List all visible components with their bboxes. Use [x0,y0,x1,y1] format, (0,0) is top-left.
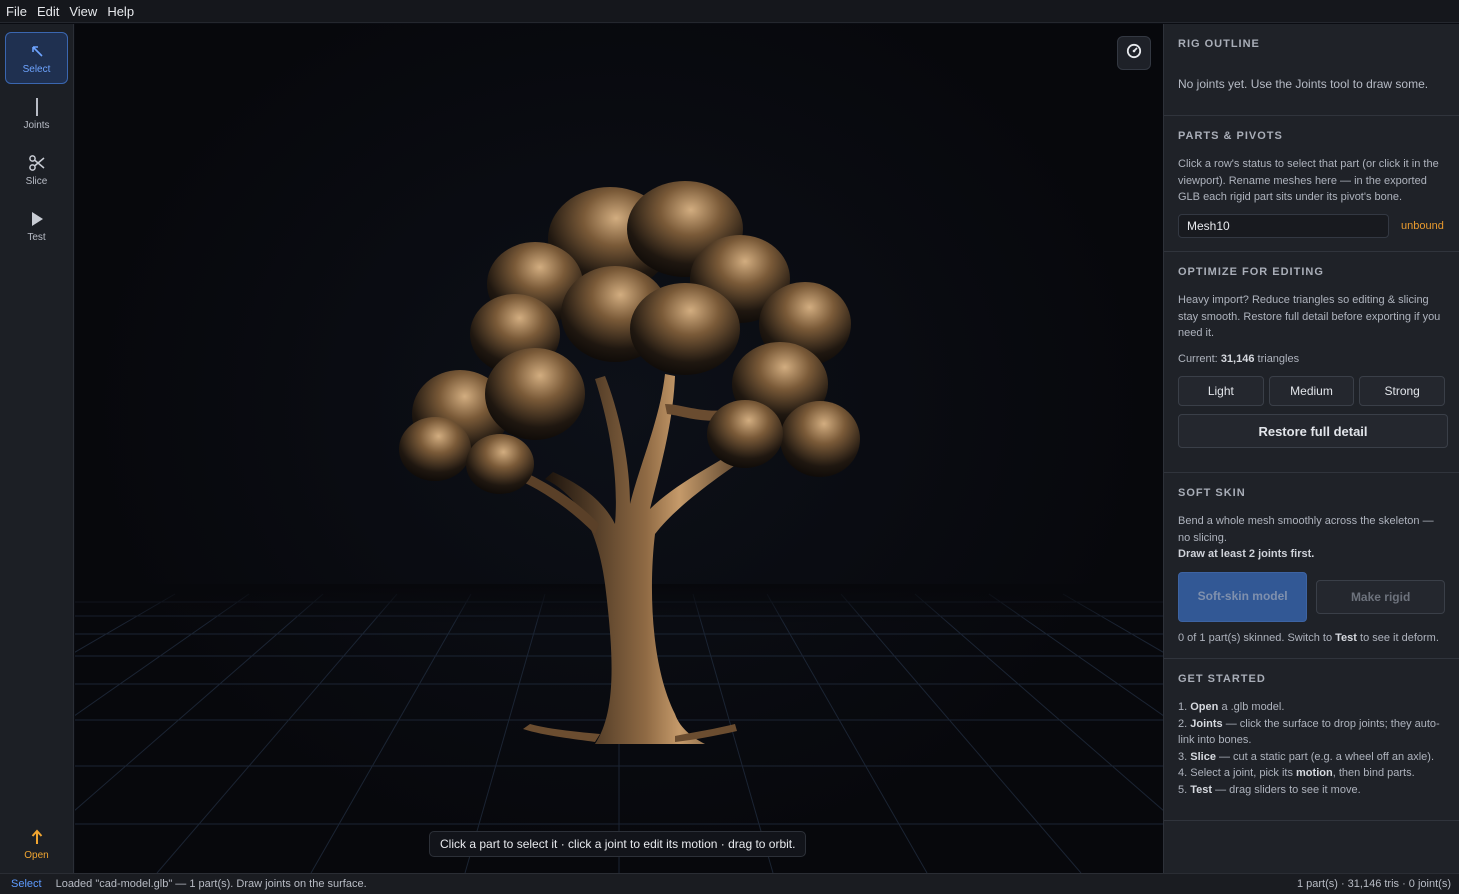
joints-tool-label: Joints [23,120,50,131]
get-started-step: 5. Test — drag sliders to see it move. [1178,783,1361,796]
get-started-step: 2. Joints — click the surface to drop jo… [1178,717,1440,747]
performance-gauge-button[interactable] [1117,36,1151,70]
menu-file[interactable]: File [2,0,31,23]
parts-pivots-title: PARTS & PIVOTS [1178,130,1283,142]
status-summary: 1 part(s) · 31,146 tris · 0 joint(s) [1296,878,1451,890]
menu-help[interactable]: Help [103,0,138,23]
rig-outline-empty: No joints yet. Use the Joints tool to dr… [1178,77,1429,91]
select-tool-label: Select [22,64,51,75]
get-started-step: 4. Select a joint, pick its motion, then… [1178,767,1415,779]
slice-tool-label: Slice [25,176,48,187]
soft-skin-warning: Draw at least 2 joints first. [1178,548,1315,560]
status-bar: Select Loaded "cad-model.glb" — 1 part(s… [0,873,1459,894]
get-started-step: 3. Slice — cut a static part (e.g. a whe… [1178,750,1435,763]
vertical-bar-icon [35,97,38,117]
optimize-strong-button[interactable]: Strong [1359,376,1446,406]
status-message: Loaded "cad-model.glb" — 1 part(s). Draw… [55,878,367,890]
open-file-label: Open [24,850,49,861]
mesh-status-badge[interactable]: unbound [1401,220,1444,232]
select-tool-button[interactable]: Select [5,32,68,84]
test-tool-button[interactable]: Test [5,200,68,252]
joints-tool-button[interactable]: Joints [5,88,68,140]
get-started-section: GET STARTED 1. Open a .glb model. 2. Joi… [1164,659,1459,821]
soft-skin-button[interactable]: Soft-skin model [1178,571,1308,622]
make-rigid-button[interactable]: Make rigid [1316,579,1445,614]
soft-skin-title: SOFT SKIN [1178,487,1246,499]
tool-sidebar: Select Joints Slice Test Open [0,24,74,873]
optimize-title: OPTIMIZE FOR EDITING [1178,266,1324,278]
scene-render [75,181,1163,873]
menu-view[interactable]: View [65,0,101,23]
arrow-up-left-icon [30,41,44,61]
rig-outline-section: RIG OUTLINE No joints yet. Use the Joint… [1164,24,1459,116]
upload-arrow-icon [31,827,43,847]
triangle-count: Current: 31,146 triangles [1178,352,1300,365]
soft-skin-section: SOFT SKIN Bend a whole mesh smoothly acr… [1164,473,1459,659]
gauge-icon [1126,43,1142,64]
menu-edit[interactable]: Edit [33,0,63,23]
soft-skin-desc: Bend a whole mesh smoothly across the sk… [1178,515,1434,544]
tree-foliage [399,181,860,494]
optimize-desc: Heavy import? Reduce triangles so editin… [1178,294,1441,339]
triangle-count-value: 31,146 [1220,352,1255,365]
rig-outline-title: RIG OUTLINE [1178,38,1260,50]
slice-tool-button[interactable]: Slice [5,144,68,196]
optimize-medium-button[interactable]: Medium [1268,376,1355,406]
test-tool-label: Test [27,232,46,243]
parts-pivots-section: PARTS & PIVOTS Click a row's status to s… [1164,116,1459,252]
3d-viewport[interactable]: Click a part to select it · click a join… [75,24,1163,873]
get-started-title: GET STARTED [1178,673,1266,685]
mesh-name-field[interactable]: Mesh10 [1178,213,1389,238]
inspector-panel: RIG OUTLINE No joints yet. Use the Joint… [1163,24,1459,873]
optimize-light-button[interactable]: Light [1178,376,1264,406]
open-file-button[interactable]: Open [5,818,68,870]
play-icon [30,209,44,229]
status-mode: Select [11,878,42,890]
scissors-icon [28,153,46,173]
skin-status: 0 of 1 part(s) skinned. Switch to Test t… [1178,631,1439,644]
restore-detail-button[interactable]: Restore full detail [1178,414,1448,448]
viewport-hint: Click a part to select it · click a join… [429,831,807,857]
menu-bar: File Edit View Help [0,0,1459,23]
soft-skin-button-label: Soft-skin model [1197,589,1288,603]
get-started-step: 1. Open a .glb model. [1178,701,1285,713]
optimize-section: OPTIMIZE FOR EDITING Heavy import? Reduc… [1164,252,1459,473]
parts-pivots-desc: Click a row's status to select that part… [1178,158,1439,203]
